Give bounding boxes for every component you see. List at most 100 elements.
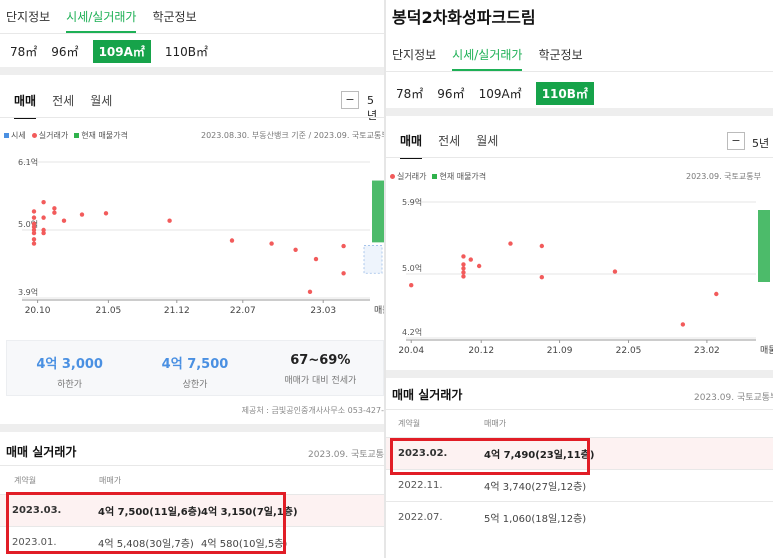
deal-type-tabs: 매매 전세 월세 xyxy=(14,92,112,119)
zoom-out-button[interactable]: − xyxy=(727,132,745,150)
section-gap xyxy=(386,108,773,116)
table-row[interactable]: 2023.02. 4억 7,490(23일,11층) xyxy=(386,438,773,469)
section-date: 2023.09. 국토교통부 xyxy=(308,450,384,460)
y-tick-label: 4.2억 xyxy=(402,327,422,337)
chart-legend: 시세 실거래가 현재 매물가격 xyxy=(4,130,128,141)
data-point xyxy=(461,266,466,271)
data-point xyxy=(293,247,298,252)
section-gap xyxy=(0,67,384,75)
x-tick-label: 20.04 xyxy=(398,346,424,356)
legend-market: 시세 xyxy=(4,130,26,141)
data-point xyxy=(307,289,313,295)
data-point xyxy=(61,218,67,223)
size-selector: 78㎡ 96㎡ 109A㎡ 110B㎡ xyxy=(10,40,208,63)
tab-complex-info[interactable]: 단지정보 xyxy=(392,46,436,71)
price-chart: 6.1억5.0억3.9억20.1021.0521.1222.0723.03매물 xyxy=(18,157,384,316)
data-point xyxy=(41,230,46,236)
col-price: 매매가 xyxy=(484,419,507,428)
tab-monthly[interactable]: 월세 xyxy=(90,92,112,119)
tab-price[interactable]: 시세/실거래가 xyxy=(452,46,523,71)
tab-monthly[interactable]: 월세 xyxy=(476,132,498,159)
data-point xyxy=(31,224,37,230)
x-tick-label: 22.05 xyxy=(616,346,642,356)
size-selector: 78㎡ 96㎡ 109A㎡ 110B㎡ xyxy=(396,82,594,105)
data-point xyxy=(313,256,319,262)
tab-jeonse[interactable]: 전세 xyxy=(438,132,460,159)
size-110b[interactable]: 110B㎡ xyxy=(165,40,208,63)
size-109a[interactable]: 109A㎡ xyxy=(92,40,151,63)
data-point xyxy=(341,243,346,249)
price-chart: 5.9억 5.0억 4.2억 20.04 20.12 21.09 22.05 23.02 매물 xyxy=(398,197,773,356)
tab-jeonse[interactable]: 전세 xyxy=(52,92,74,119)
left-panel: 단지정보 시세/실거래가 학군정보 78㎡ 96㎡ 109A㎡ 110B㎡ 매매… xyxy=(0,0,384,558)
size-109a[interactable]: 109A㎡ xyxy=(479,82,522,105)
size-78[interactable]: 78㎡ xyxy=(396,82,423,105)
tab-sale[interactable]: 매매 xyxy=(14,92,37,119)
tab-complex-info[interactable]: 단지정보 xyxy=(6,8,50,33)
data-point xyxy=(409,283,414,288)
data-point xyxy=(508,241,513,246)
tab-school[interactable]: 학군정보 xyxy=(538,46,582,71)
deal-type-tabs: 매매 전세 월세 xyxy=(400,132,498,159)
data-point xyxy=(461,254,466,259)
data-point xyxy=(167,218,172,223)
x-tick-label: 23.02 xyxy=(694,346,720,356)
chart-source: 2023.08.30. 부동산뱅크 기준 / 2023.09. 국토교통부 xyxy=(201,131,384,140)
legend-actual: 실거래가 xyxy=(31,130,68,141)
legend-listing: 현재 매물가격 xyxy=(74,130,128,141)
data-point xyxy=(680,322,686,327)
table-row[interactable]: 2023.01. 4억 5,408(30일,7층) 4억 580(10일,5층) xyxy=(0,527,384,558)
listing-price-bar xyxy=(758,210,770,282)
section-title: 매매 실거래가 xyxy=(6,445,77,459)
period-selector[interactable]: 5년 xyxy=(752,135,769,151)
table-row[interactable]: 2022.07. 5억 1,060(18일,12층) xyxy=(386,502,773,533)
legend-actual: 실거래가 xyxy=(390,171,426,182)
data-point xyxy=(612,269,618,274)
period-selector[interactable]: 5년 xyxy=(367,94,384,123)
info-tabs: 단지정보 시세/실거래가 학군정보 xyxy=(392,46,583,71)
provider-info: 제공처 : 금빛공인중개사사무소 053-427- xyxy=(241,406,384,415)
size-110b[interactable]: 110B㎡ xyxy=(535,82,594,105)
tab-sale[interactable]: 매매 xyxy=(400,132,423,159)
x-tick-label: 21.05 xyxy=(96,306,122,316)
data-point xyxy=(468,257,473,262)
tab-school[interactable]: 학군정보 xyxy=(152,8,196,33)
data-point xyxy=(52,210,57,215)
tab-underline xyxy=(386,71,773,72)
data-point xyxy=(461,274,466,279)
data-point xyxy=(31,209,37,214)
data-point xyxy=(269,241,274,246)
table-row[interactable]: 2023.03. 4억 7,500(11일,6층) 4억 3,150(7일,1층… xyxy=(0,495,384,526)
section-date: 2023.09. 국토교통부 xyxy=(694,393,773,403)
section-gap-2 xyxy=(0,424,384,432)
col-month: 계약월 xyxy=(14,476,37,485)
data-point xyxy=(31,215,37,220)
legend-listing: 현재 매물가격 xyxy=(432,171,486,182)
size-78[interactable]: 78㎡ xyxy=(10,40,37,63)
price-summary: 4억 3,000 하한가 4억 7,500 상한가 67~69% 매매가 대비 … xyxy=(6,340,384,396)
x-tick-label: 20.12 xyxy=(468,346,494,356)
summary-lower: 4억 3,000 하한가 xyxy=(36,357,103,390)
tab-price[interactable]: 시세/실거래가 xyxy=(66,8,137,33)
data-point xyxy=(31,230,37,236)
zoom-out-button[interactable]: − xyxy=(341,91,359,109)
data-point xyxy=(31,241,37,246)
y-tick-label: 6.1억 xyxy=(18,157,38,167)
size-96[interactable]: 96㎡ xyxy=(437,82,464,105)
data-point xyxy=(341,271,346,276)
table-row[interactable]: 2022.11. 4억 3,740(27일,12층) xyxy=(386,470,773,501)
deal-tab-underline xyxy=(0,117,384,118)
data-point xyxy=(229,238,235,243)
size-96[interactable]: 96㎡ xyxy=(51,40,78,63)
data-point xyxy=(539,243,545,249)
chart-legend: 실거래가 현재 매물가격 xyxy=(390,171,486,182)
right-panel: 봉덕2차화성파크드림 단지정보 시세/실거래가 학군정보 78㎡ 96㎡ 109… xyxy=(386,0,773,558)
x-tick-label: 23.03 xyxy=(310,306,336,316)
x-tick-label: 22.07 xyxy=(230,306,256,316)
data-point xyxy=(41,199,46,205)
y-tick-label: 5.9억 xyxy=(402,197,422,207)
chart-source: 2023.09. 국토교통부 xyxy=(686,172,761,181)
data-point xyxy=(52,206,57,211)
info-tabs: 단지정보 시세/실거래가 학군정보 xyxy=(6,8,197,33)
x-tick-label: 21.12 xyxy=(164,306,190,316)
